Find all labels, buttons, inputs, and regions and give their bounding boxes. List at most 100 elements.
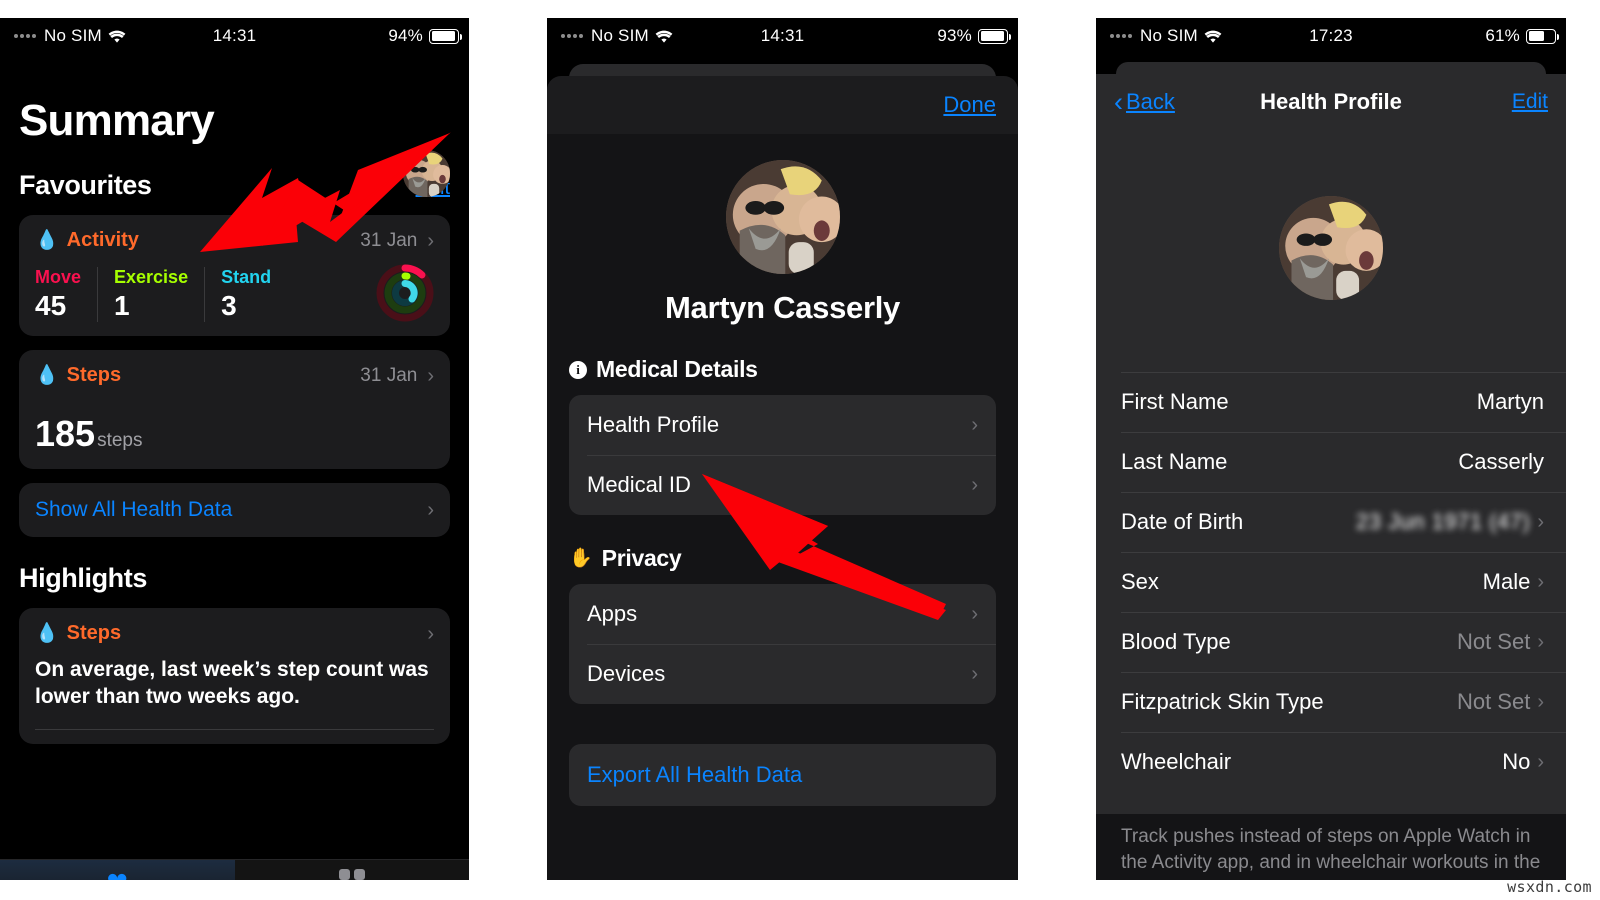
- chevron-right-icon: ›: [971, 474, 978, 496]
- row-sex[interactable]: Sex Male ›: [1096, 552, 1566, 612]
- row-first-name[interactable]: First Name Martyn: [1096, 372, 1566, 432]
- profile-sheet-screen: Done Martyn Casserly i Medical Details H…: [547, 54, 1018, 880]
- activity-card-title: Activity: [66, 229, 139, 251]
- chevron-right-icon: ›: [427, 229, 434, 252]
- section-heading-label: Medical Details: [596, 356, 758, 382]
- status-bar: No SIM 17:23 61%: [1096, 18, 1566, 54]
- activity-metrics-row: Move 45 Exercise 1 Stand 3: [35, 264, 434, 322]
- row-health-profile[interactable]: Health Profile ›: [569, 395, 996, 455]
- hand-icon: ✋: [569, 548, 593, 569]
- tab-browse[interactable]: Browse: [235, 860, 470, 880]
- page-title: Summary: [19, 96, 215, 145]
- battery-icon: [429, 28, 462, 44]
- phone-screenshot-health-profile: No SIM 17:23 61% ‹ Back Health Profile E…: [1096, 18, 1566, 880]
- metric-move-value: 45: [35, 290, 67, 321]
- steps-card[interactable]: 💧 Steps 31 Jan › 185 steps: [19, 350, 450, 469]
- row-label: Date of Birth: [1121, 509, 1244, 534]
- battery-percent-label: 61%: [1485, 26, 1520, 45]
- screenshot-stage: No SIM 14:31 94% Summary Favourites 💧 Ac…: [0, 0, 1600, 900]
- tab-summary[interactable]: ❤ Summary: [0, 860, 235, 880]
- chevron-left-icon: ‹: [1114, 86, 1123, 117]
- activity-card-title-group: 💧 Activity: [35, 229, 139, 252]
- chevron-right-icon: ›: [1537, 631, 1544, 653]
- phone-screenshot-summary: No SIM 14:31 94% Summary Favourites 💧 Ac…: [0, 18, 469, 880]
- highlight-card-title-group: 💧 Steps: [35, 622, 121, 645]
- steps-card-value: 185: [35, 413, 96, 454]
- grid-icon: [338, 869, 365, 880]
- row-wheelchair[interactable]: Wheelchair No ›: [1096, 732, 1566, 792]
- row-value: Casserly: [1458, 449, 1544, 474]
- chevron-right-icon: ›: [427, 364, 434, 387]
- status-bar-right: 93%: [937, 26, 1011, 46]
- row-date-of-birth[interactable]: Date of Birth 23 Jun 1971 (47) ›: [1096, 492, 1566, 552]
- info-icon: i: [569, 360, 587, 379]
- avatar-button[interactable]: [403, 150, 450, 197]
- row-apps[interactable]: Apps ›: [569, 584, 996, 644]
- row-label: Blood Type: [1121, 629, 1231, 654]
- row-label: Devices: [587, 661, 666, 686]
- activity-card-meta: 31 Jan ›: [360, 230, 434, 252]
- wheelchair-footnote: Track pushes instead of steps on Apple W…: [1096, 814, 1566, 880]
- steps-card-title: Steps: [66, 364, 122, 386]
- row-label: Apps: [587, 601, 638, 626]
- metric-stand-label: Stand: [221, 267, 272, 287]
- metric-exercise: Exercise 1: [97, 267, 204, 322]
- steps-card-unit: steps: [97, 430, 143, 451]
- row-label: Fitzpatrick Skin Type: [1121, 689, 1324, 714]
- done-button[interactable]: Done: [943, 92, 996, 118]
- row-value: No: [1502, 749, 1531, 774]
- profile-avatar[interactable]: [725, 160, 840, 274]
- row-value: Not Set: [1456, 629, 1531, 654]
- activity-card[interactable]: 💧 Activity 31 Jan › Move 45 Exercise 1 S…: [19, 215, 450, 336]
- chevron-right-icon: ›: [971, 663, 978, 685]
- row-value: Not Set: [1456, 689, 1531, 714]
- export-all-health-data-button[interactable]: Export All Health Data: [569, 744, 996, 806]
- show-all-health-data-button[interactable]: Show All Health Data ›: [19, 483, 450, 537]
- chevron-right-icon: ›: [971, 603, 978, 625]
- health-profile-screen: ‹ Back Health Profile Edit First Name Ma…: [1096, 54, 1566, 880]
- status-bar: No SIM 14:31 94%: [0, 18, 469, 54]
- highlight-card-header: 💧 Steps ›: [35, 622, 434, 645]
- row-label: First Name: [1121, 389, 1229, 414]
- steps-card-header: 💧 Steps 31 Jan ›: [35, 364, 434, 387]
- metric-exercise-value: 1: [114, 290, 130, 321]
- status-bar-right: 61%: [1485, 26, 1559, 46]
- profile-photo: [725, 160, 840, 274]
- profile-name: Martyn Casserly: [664, 290, 900, 325]
- section-header-medical-details: i Medical Details: [569, 356, 996, 383]
- phone-screenshot-profile-sheet: No SIM 14:31 93% Done Martyn Casserly i …: [547, 18, 1018, 880]
- sheet-nav-bar: Done: [547, 76, 1018, 134]
- chevron-right-icon: ›: [427, 499, 434, 521]
- metric-stand: Stand 3: [204, 267, 287, 322]
- row-label: Sex: [1121, 569, 1159, 594]
- activity-card-date: 31 Jan: [360, 229, 418, 251]
- profile-avatar[interactable]: [1279, 196, 1383, 300]
- row-last-name[interactable]: Last Name Casserly: [1096, 432, 1566, 492]
- chevron-right-icon: ›: [1537, 691, 1544, 713]
- steps-card-date: 31 Jan: [360, 364, 418, 386]
- highlight-card-text: On average, last week’s step count was l…: [35, 658, 429, 708]
- battery-percent-label: 93%: [937, 26, 972, 45]
- battery-percent-label: 94%: [388, 26, 423, 45]
- edit-button[interactable]: Edit: [1512, 90, 1548, 114]
- back-button[interactable]: ‹ Back: [1114, 86, 1175, 117]
- watermark: wsxdn.com: [1507, 878, 1592, 896]
- row-label: Health Profile: [587, 412, 720, 437]
- highlight-card-steps[interactable]: 💧 Steps › On average, last week’s step c…: [19, 608, 450, 744]
- heart-icon: ❤: [107, 869, 128, 880]
- row-value: Male: [1482, 569, 1531, 594]
- row-medical-id[interactable]: Medical ID ›: [569, 455, 996, 515]
- divider: [35, 728, 434, 730]
- chevron-right-icon: ›: [1537, 571, 1544, 593]
- export-label: Export All Health Data: [587, 762, 803, 787]
- row-blood-type[interactable]: Blood Type Not Set ›: [1096, 612, 1566, 672]
- metric-exercise-label: Exercise: [114, 267, 189, 287]
- row-devices[interactable]: Devices ›: [569, 644, 996, 704]
- flame-icon: 💧: [35, 230, 59, 251]
- chevron-right-icon: ›: [427, 622, 434, 645]
- sheet-content: Martyn Casserly i Medical Details Health…: [547, 134, 1018, 880]
- back-button-label: Back: [1126, 89, 1175, 114]
- row-fitzpatrick-skin-type[interactable]: Fitzpatrick Skin Type Not Set ›: [1096, 672, 1566, 732]
- show-all-health-data-label: Show All Health Data: [35, 498, 233, 521]
- activity-card-header: 💧 Activity 31 Jan ›: [35, 229, 434, 252]
